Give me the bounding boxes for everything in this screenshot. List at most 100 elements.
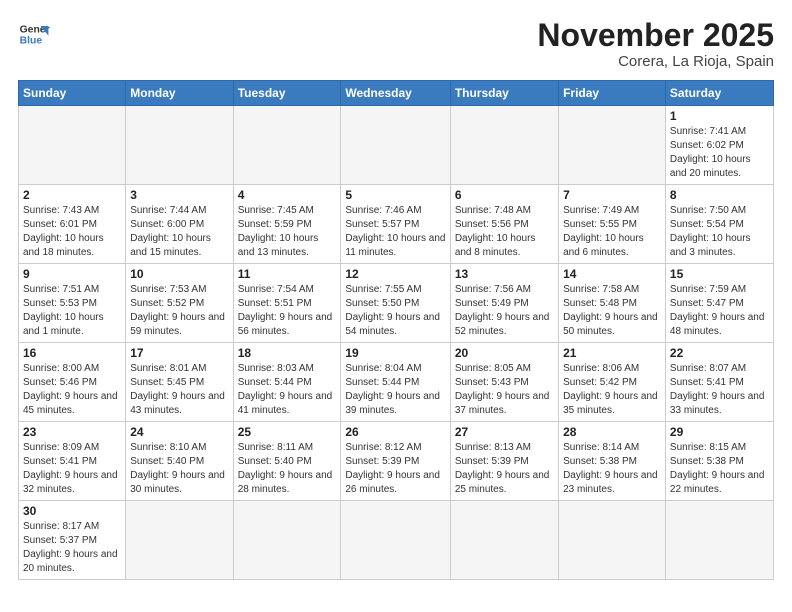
col-monday: Monday (126, 81, 233, 106)
day-number: 21 (563, 346, 661, 360)
day-info: Sunrise: 7:46 AM Sunset: 5:57 PM Dayligh… (345, 204, 445, 260)
logo: General Blue (18, 18, 50, 50)
calendar-cell: 6Sunrise: 7:48 AM Sunset: 5:56 PM Daylig… (450, 185, 558, 264)
day-number: 1 (670, 109, 769, 123)
calendar-cell (233, 501, 341, 580)
calendar-cell (341, 106, 450, 185)
day-number: 9 (23, 267, 121, 281)
calendar-cell: 14 Sunrise: 7:58 AM Sunset: 5:48 PM Dayli… (559, 264, 666, 343)
calendar-cell: 25Sunrise: 8:11 AM Sunset: 5:40 PM Dayli… (233, 422, 341, 501)
day-info: Sunrise: 7:41 AM Sunset: 6:02 PM Dayligh… (670, 125, 769, 181)
day-number: 8 (670, 188, 769, 202)
day-number: 12 (345, 267, 445, 281)
day-info: Sunrise: 8:01 AM Sunset: 5:45 PM Dayligh… (130, 362, 228, 418)
calendar-cell: 2Sunrise: 7:43 AM Sunset: 6:01 PM Daylig… (19, 185, 126, 264)
day-info: Sunrise: 7:45 AM Sunset: 5:59 PM Dayligh… (238, 204, 337, 260)
col-sunday: Sunday (19, 81, 126, 106)
day-number: 4 (238, 188, 337, 202)
day-info: Sunrise: 8:14 AM Sunset: 5:38 PM Dayligh… (563, 441, 661, 497)
day-info: Sunrise: 7:56 AM Sunset: 5:49 PM Dayligh… (455, 283, 554, 339)
day-info: Sunrise: 7:51 AM Sunset: 5:53 PM Dayligh… (23, 283, 121, 339)
day-info: Sunrise: 8:04 AM Sunset: 5:44 PM Dayligh… (345, 362, 445, 418)
calendar-cell: 26 Sunrise: 8:12 AM Sunset: 5:39 PM Dayli… (341, 422, 450, 501)
day-info: Sunrise: 8:17 AM Sunset: 5:37 PM Dayligh… (23, 520, 121, 576)
day-info: Sunrise: 8:05 AM Sunset: 5:43 PM Dayligh… (455, 362, 554, 418)
calendar-cell: 30 Sunrise: 8:17 AM Sunset: 5:37 PM Dayli… (19, 501, 126, 580)
col-friday: Friday (559, 81, 666, 106)
calendar-cell: 15 Sunrise: 7:59 AM Sunset: 5:47 PM Dayli… (665, 264, 773, 343)
day-number: 22 (670, 346, 769, 360)
calendar-cell: 7Sunrise: 7:49 AM Sunset: 5:55 PM Daylig… (559, 185, 666, 264)
calendar-cell (126, 501, 233, 580)
calendar-cell: 24Sunrise: 8:10 AM Sunset: 5:40 PM Dayli… (126, 422, 233, 501)
calendar-cell: 3 Sunrise: 7:44 AM Sunset: 6:00 PM Daylig… (126, 185, 233, 264)
day-number: 13 (455, 267, 554, 281)
calendar-cell: 21 Sunrise: 8:06 AM Sunset: 5:42 PM Dayli… (559, 343, 666, 422)
day-info: Sunrise: 7:50 AM Sunset: 5:54 PM Dayligh… (670, 204, 769, 260)
day-info: Sunrise: 7:53 AM Sunset: 5:52 PM Dayligh… (130, 283, 228, 339)
day-info: Sunrise: 8:06 AM Sunset: 5:42 PM Dayligh… (563, 362, 661, 418)
col-thursday: Thursday (450, 81, 558, 106)
location: Corera, La Rioja, Spain (537, 53, 774, 70)
calendar-cell: 27 Sunrise: 8:13 AM Sunset: 5:39 PM Dayli… (450, 422, 558, 501)
day-number: 27 (455, 425, 554, 439)
day-number: 17 (130, 346, 228, 360)
day-number: 7 (563, 188, 661, 202)
calendar-cell (341, 501, 450, 580)
day-info: Sunrise: 7:59 AM Sunset: 5:47 PM Dayligh… (670, 283, 769, 339)
day-info: Sunrise: 8:13 AM Sunset: 5:39 PM Dayligh… (455, 441, 554, 497)
col-wednesday: Wednesday (341, 81, 450, 106)
day-info: Sunrise: 8:09 AM Sunset: 5:41 PM Dayligh… (23, 441, 121, 497)
day-number: 16 (23, 346, 121, 360)
day-number: 11 (238, 267, 337, 281)
day-info: Sunrise: 8:03 AM Sunset: 5:44 PM Dayligh… (238, 362, 337, 418)
day-number: 23 (23, 425, 121, 439)
day-number: 18 (238, 346, 337, 360)
calendar-cell (450, 501, 558, 580)
header: General Blue November 2025 Corera, La Ri… (18, 18, 774, 70)
calendar-cell: 4 Sunrise: 7:45 AM Sunset: 5:59 PM Daylig… (233, 185, 341, 264)
generalblue-icon: General Blue (18, 18, 50, 50)
day-number: 19 (345, 346, 445, 360)
calendar-cell: 29Sunrise: 8:15 AM Sunset: 5:38 PM Dayli… (665, 422, 773, 501)
calendar-cell: 20 Sunrise: 8:05 AM Sunset: 5:43 PM Dayli… (450, 343, 558, 422)
col-tuesday: Tuesday (233, 81, 341, 106)
day-number: 2 (23, 188, 121, 202)
calendar-cell: 1 Sunrise: 7:41 AM Sunset: 6:02 PM Daylig… (665, 106, 773, 185)
col-saturday: Saturday (665, 81, 773, 106)
calendar-cell (126, 106, 233, 185)
day-info: Sunrise: 7:44 AM Sunset: 6:00 PM Dayligh… (130, 204, 228, 260)
day-number: 3 (130, 188, 228, 202)
day-number: 30 (23, 504, 121, 518)
title-block: November 2025 Corera, La Rioja, Spain (537, 18, 774, 70)
day-info: Sunrise: 8:10 AM Sunset: 5:40 PM Dayligh… (130, 441, 228, 497)
calendar-cell (559, 501, 666, 580)
calendar-cell: 13 Sunrise: 7:56 AM Sunset: 5:49 PM Dayli… (450, 264, 558, 343)
calendar-cell: 22 Sunrise: 8:07 AM Sunset: 5:41 PM Dayli… (665, 343, 773, 422)
day-number: 29 (670, 425, 769, 439)
calendar-cell: 17 Sunrise: 8:01 AM Sunset: 5:45 PM Dayli… (126, 343, 233, 422)
calendar-cell: 9 Sunrise: 7:51 AM Sunset: 5:53 PM Daylig… (19, 264, 126, 343)
day-number: 20 (455, 346, 554, 360)
day-info: Sunrise: 8:07 AM Sunset: 5:41 PM Dayligh… (670, 362, 769, 418)
calendar-cell: 23 Sunrise: 8:09 AM Sunset: 5:41 PM Dayli… (19, 422, 126, 501)
calendar-cell: 19 Sunrise: 8:04 AM Sunset: 5:44 PM Dayli… (341, 343, 450, 422)
day-number: 14 (563, 267, 661, 281)
day-number: 15 (670, 267, 769, 281)
day-number: 10 (130, 267, 228, 281)
calendar-cell: 16 Sunrise: 8:00 AM Sunset: 5:46 PM Dayli… (19, 343, 126, 422)
day-info: Sunrise: 7:58 AM Sunset: 5:48 PM Dayligh… (563, 283, 661, 339)
calendar-cell: 12Sunrise: 7:55 AM Sunset: 5:50 PM Dayli… (341, 264, 450, 343)
day-number: 26 (345, 425, 445, 439)
day-info: Sunrise: 8:11 AM Sunset: 5:40 PM Dayligh… (238, 441, 337, 497)
calendar-cell: 18 Sunrise: 8:03 AM Sunset: 5:44 PM Dayli… (233, 343, 341, 422)
weekday-header-row: Sunday Monday Tuesday Wednesday Thursday… (19, 81, 774, 106)
day-info: Sunrise: 8:00 AM Sunset: 5:46 PM Dayligh… (23, 362, 121, 418)
day-info: Sunrise: 8:12 AM Sunset: 5:39 PM Dayligh… (345, 441, 445, 497)
calendar-cell (450, 106, 558, 185)
calendar-cell: 11Sunrise: 7:54 AM Sunset: 5:51 PM Dayli… (233, 264, 341, 343)
calendar-cell (665, 501, 773, 580)
calendar-cell: 8 Sunrise: 7:50 AM Sunset: 5:54 PM Daylig… (665, 185, 773, 264)
day-number: 28 (563, 425, 661, 439)
calendar-cell (233, 106, 341, 185)
